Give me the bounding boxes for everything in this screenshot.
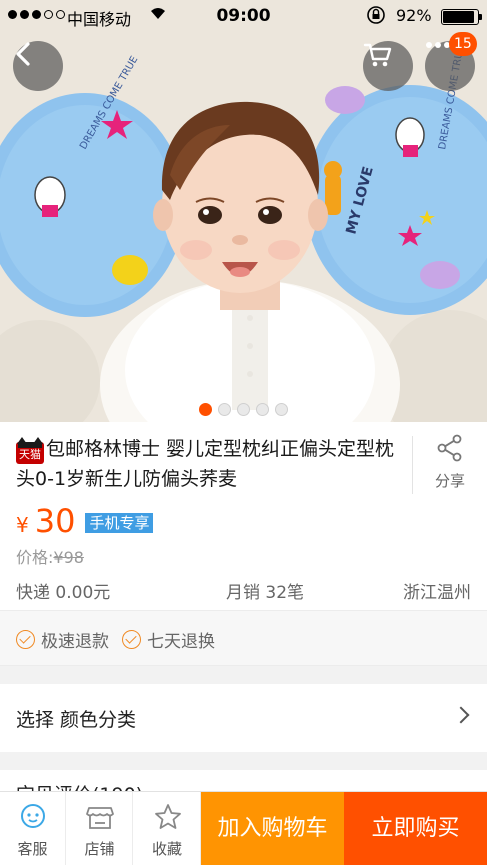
favorite-label: 收藏 xyxy=(151,840,182,858)
back-icon xyxy=(16,42,30,66)
customer-service-button[interactable]: 客服 xyxy=(0,792,66,865)
baby-photo: DREAMS COME TRUE DREAMS COME TRUE MY LOV… xyxy=(0,0,487,422)
check-icon xyxy=(16,630,35,649)
pager-dot[interactable] xyxy=(256,403,269,416)
service-fast-refund: 极速退款 xyxy=(16,627,109,652)
status-bar: 中国移动 09:00 92% xyxy=(0,0,487,34)
check-icon xyxy=(122,630,141,649)
share-label: 分享 xyxy=(434,472,465,490)
cart-icon xyxy=(363,43,392,67)
pager-dot[interactable] xyxy=(237,403,250,416)
product-title-block: 天猫 包邮格林博士 婴儿定型枕纠正偏头定型枕头0-1岁新生儿防偏头荞麦 xyxy=(16,434,406,494)
original-price: 价格:¥98 xyxy=(16,548,84,567)
service-icon xyxy=(21,804,45,828)
shop-button[interactable]: 店铺 xyxy=(67,792,133,865)
product-image[interactable]: DREAMS COME TRUE DREAMS COME TRUE MY LOV… xyxy=(0,0,487,422)
tmall-badge: 天猫 xyxy=(16,437,44,464)
ship-from-location: 浙江温州 xyxy=(403,583,471,603)
battery-icon xyxy=(441,9,482,25)
select-variant-row[interactable]: 选择 颜色分类 xyxy=(0,684,487,752)
battery-percent: 92% xyxy=(396,6,432,25)
favorite-button[interactable]: 收藏 xyxy=(134,792,201,865)
service-guarantees[interactable]: 极速退款 七天退换 xyxy=(0,610,487,666)
pager-dot[interactable] xyxy=(275,403,288,416)
divider xyxy=(412,436,413,494)
more-icon xyxy=(426,42,450,48)
share-button[interactable]: 分享 xyxy=(420,434,480,491)
service-7day-return: 七天退换 xyxy=(122,627,215,652)
cart-badge: 15 xyxy=(449,32,477,56)
back-button[interactable] xyxy=(13,41,63,91)
share-icon xyxy=(437,434,462,462)
pager-dot[interactable] xyxy=(218,403,231,416)
shipping-fee: 快递 0.00元 xyxy=(16,583,111,603)
cart-button[interactable] xyxy=(363,41,413,91)
customer-service-label: 客服 xyxy=(17,840,48,858)
monthly-sales: 月销 32笔 xyxy=(226,583,305,603)
pager-dot[interactable] xyxy=(199,403,212,416)
product-title: 包邮格林博士 婴儿定型枕纠正偏头定型枕头0-1岁新生儿防偏头荞麦 xyxy=(16,438,395,490)
bottom-action-bar: 客服 店铺 收藏 加入购物车 立即购买 xyxy=(0,791,487,865)
shop-icon xyxy=(86,807,114,829)
star-icon xyxy=(155,804,181,829)
shop-label: 店铺 xyxy=(84,840,115,858)
buy-now-button[interactable]: 立即购买 xyxy=(344,792,487,865)
image-pager[interactable] xyxy=(0,403,487,416)
price-row: ¥30 手机专享 xyxy=(16,502,154,542)
product-info: 天猫 包邮格林博士 婴儿定型枕纠正偏头定型枕头0-1岁新生儿防偏头荞麦 分享 ¥3… xyxy=(0,422,487,610)
chevron-right-icon xyxy=(452,706,470,724)
select-variant-label: 选择 颜色分类 xyxy=(16,709,137,731)
mobile-exclusive-tag: 手机专享 xyxy=(85,513,154,533)
price: ¥30 xyxy=(16,502,76,540)
add-to-cart-button[interactable]: 加入购物车 xyxy=(201,792,344,865)
